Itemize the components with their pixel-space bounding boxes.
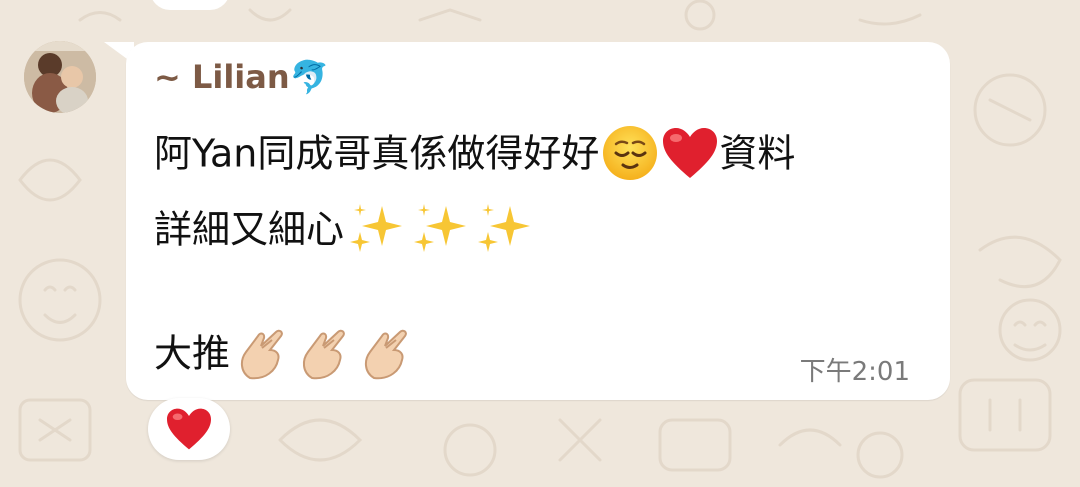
message-line-1: 阿Yan同成哥真係做得好好 資料 (154, 124, 795, 188)
avatar-photo-icon (24, 41, 96, 113)
sparkles-icon (474, 200, 536, 264)
finger-heart-icon (294, 322, 354, 390)
sparkles-icon (346, 200, 408, 264)
sender-name-text: ~ Lilian (154, 58, 290, 96)
sparkles-icon (410, 200, 472, 264)
message-line-1-tail: 資料 (719, 131, 796, 176)
sender-avatar[interactable] (24, 41, 96, 113)
message-line-3-text: 大推 (154, 331, 231, 376)
message-line-1-text: 阿Yan同成哥真係做得好好 (154, 131, 600, 176)
finger-heart-icon (356, 322, 416, 390)
dolphin-icon: 🐬 (289, 58, 330, 96)
sender-name[interactable]: ~ Lilian🐬 (154, 58, 329, 96)
message-line-3: 大推 (154, 322, 416, 390)
heart-reaction-icon (165, 407, 213, 455)
message-bubble[interactable]: ~ Lilian🐬 阿Yan同成哥真係做得好好 資料 詳細又細心 大推 下午2:0… (126, 42, 950, 400)
reaction-badge[interactable] (148, 398, 230, 460)
message-line-2-text: 詳細又細心 (154, 207, 345, 252)
relieved-face-icon (601, 124, 659, 188)
red-heart-icon (661, 126, 719, 186)
message-timestamp: 下午2:01 (799, 357, 910, 387)
finger-heart-icon (232, 322, 292, 390)
message-line-2: 詳細又細心 (154, 200, 536, 264)
